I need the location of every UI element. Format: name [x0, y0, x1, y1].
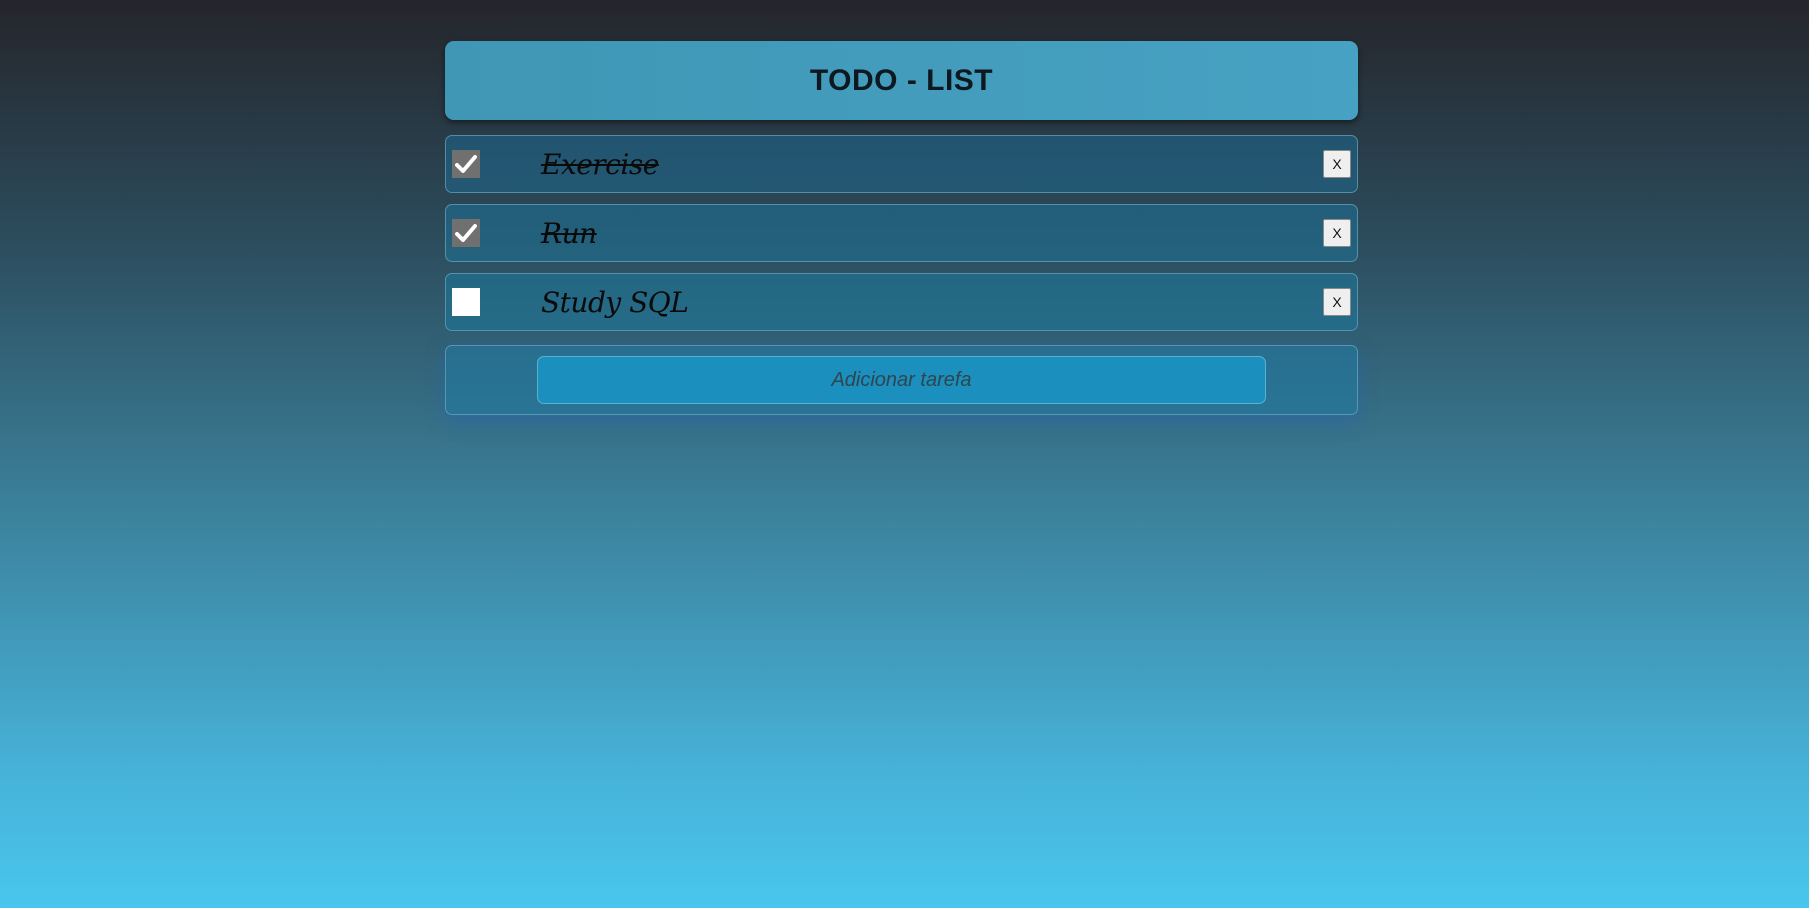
page-title: TODO - LIST — [809, 63, 994, 97]
task-list: Exercise X Run X Study SQL X — [445, 135, 1358, 331]
remove-task-button[interactable]: X — [1323, 150, 1351, 178]
task-label: Study SQL — [541, 285, 689, 319]
task-item: Study SQL X — [445, 273, 1358, 331]
task-label: Run — [541, 216, 597, 250]
header: TODO - LIST — [445, 41, 1358, 120]
checkmark-icon — [455, 155, 477, 173]
task-item: Exercise X — [445, 135, 1358, 193]
add-task-input[interactable] — [537, 356, 1266, 404]
remove-task-button[interactable]: X — [1323, 219, 1351, 247]
todo-app: TODO - LIST Exercise X Run X Study SQL X… — [445, 41, 1358, 415]
task-label: Exercise — [541, 147, 659, 181]
task-checkbox[interactable] — [452, 288, 480, 316]
task-checkbox[interactable] — [452, 150, 480, 178]
task-checkbox[interactable] — [452, 219, 480, 247]
remove-task-button[interactable]: X — [1323, 288, 1351, 316]
task-item: Run X — [445, 204, 1358, 262]
checkmark-icon — [455, 224, 477, 242]
add-task-panel — [445, 345, 1358, 415]
